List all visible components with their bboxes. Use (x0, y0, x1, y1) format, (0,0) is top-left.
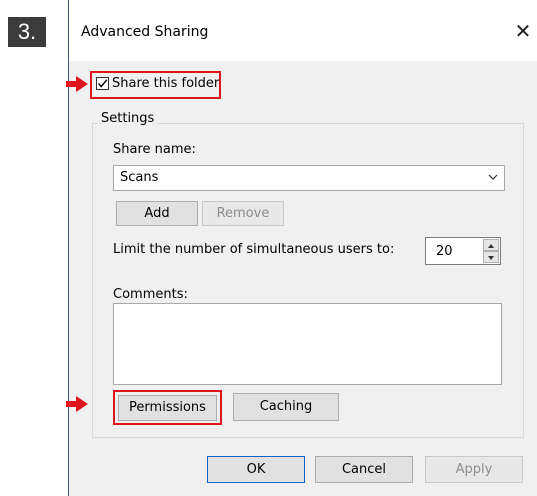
arrow-right-icon (66, 396, 88, 412)
chevron-down-icon (488, 174, 498, 180)
arrow-right-icon (66, 76, 88, 92)
comments-textarea[interactable] (113, 303, 502, 385)
ok-button[interactable]: OK (207, 456, 305, 483)
share-name-combobox[interactable]: Scans (113, 165, 505, 191)
user-limit-value: 20 (436, 244, 453, 259)
spin-up-button[interactable] (483, 239, 499, 251)
add-button[interactable]: Add (116, 201, 198, 226)
step-number-badge: 3. (8, 17, 46, 47)
dialog-title: Advanced Sharing (81, 24, 209, 40)
spin-down-button[interactable] (483, 251, 499, 263)
share-folder-checkbox[interactable] (96, 77, 109, 90)
user-limit-spinner[interactable]: 20 (425, 237, 501, 265)
spin-up-icon (488, 244, 494, 248)
apply-button[interactable]: Apply (425, 456, 523, 483)
remove-button[interactable]: Remove (202, 201, 284, 226)
title-bar: Advanced Sharing ✕ (69, 0, 537, 61)
checkmark-icon (97, 79, 108, 88)
share-name-value: Scans (120, 170, 159, 185)
comments-label: Comments: (113, 287, 188, 302)
share-folder-label: Share this folder (112, 76, 220, 91)
close-icon[interactable]: ✕ (511, 18, 535, 44)
cancel-button[interactable]: Cancel (315, 456, 413, 483)
spinner-buttons (483, 239, 499, 263)
settings-group-title: Settings (98, 111, 158, 126)
caching-button[interactable]: Caching (233, 393, 339, 421)
limit-users-label: Limit the number of simultaneous users t… (113, 242, 395, 257)
share-name-label: Share name: (113, 142, 196, 157)
permissions-button[interactable]: Permissions (118, 395, 217, 421)
spin-down-icon (488, 256, 494, 260)
